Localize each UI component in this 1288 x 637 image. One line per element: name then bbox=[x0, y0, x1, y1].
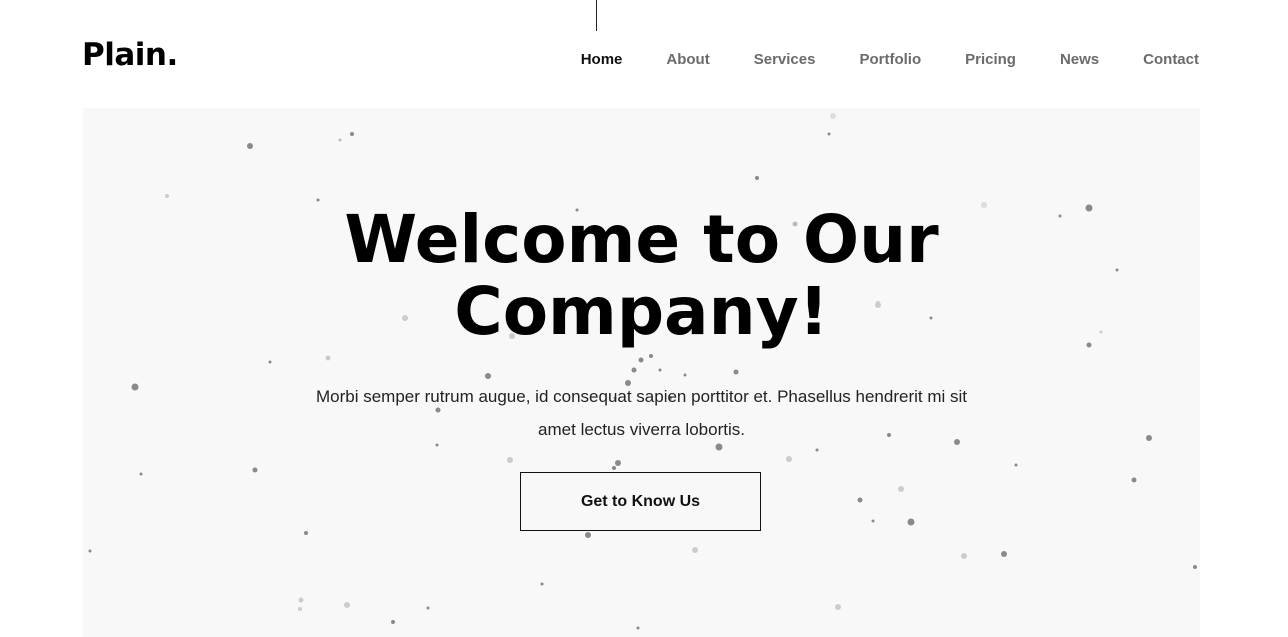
nav-link-about[interactable]: About bbox=[666, 51, 709, 69]
particle-background bbox=[88, 113, 1197, 630]
site-logo[interactable]: Plain. bbox=[82, 40, 178, 71]
nav-link-pricing[interactable]: Pricing bbox=[965, 51, 1016, 69]
main-nav: Home About Services Portfolio Pricing Ne… bbox=[581, 51, 1199, 69]
hero-title-line-2: Company! bbox=[454, 273, 829, 350]
nav-link-home[interactable]: Home bbox=[581, 51, 623, 69]
scroll-indicator-line bbox=[596, 0, 597, 31]
hero-title: Welcome to Our Company! bbox=[83, 204, 1200, 348]
nav-link-services[interactable]: Services bbox=[754, 51, 816, 69]
hero-section: Welcome to Our Company! Morbi semper rut… bbox=[83, 108, 1200, 637]
hero-subtitle-line-2: amet lectus viverra lobortis. bbox=[538, 420, 745, 439]
page: Plain. Home About Services Portfolio Pri… bbox=[0, 0, 1288, 637]
nav-link-portfolio[interactable]: Portfolio bbox=[859, 51, 921, 69]
hero-subtitle: Morbi semper rutrum augue, id consequat … bbox=[273, 380, 1010, 446]
hero-subtitle-line-1: Morbi semper rutrum augue, id consequat … bbox=[315, 387, 968, 406]
get-to-know-us-button[interactable]: Get to Know Us bbox=[520, 472, 761, 531]
nav-link-contact[interactable]: Contact bbox=[1143, 51, 1199, 69]
hero-title-line-1: Welcome to Our bbox=[344, 201, 939, 278]
nav-link-news[interactable]: News bbox=[1060, 51, 1099, 69]
